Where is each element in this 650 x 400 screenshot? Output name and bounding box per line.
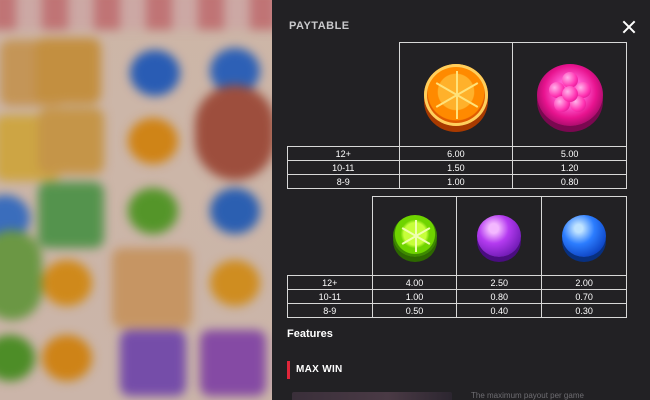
close-icon[interactable] <box>622 20 636 34</box>
max-win-accent-bar <box>287 361 290 379</box>
table-row: 12+ 6.00 5.00 <box>287 146 627 161</box>
grape-candy-icon <box>477 215 522 257</box>
max-win-image <box>292 392 452 400</box>
table-row: 8-9 1.00 0.80 <box>287 174 627 189</box>
table-row: 10-11 1.50 1.20 <box>287 160 627 175</box>
orange-candy-cell <box>398 42 514 147</box>
raspberry-candy-icon <box>536 63 603 126</box>
grape-candy-cell <box>456 196 543 276</box>
blueberry-candy-icon <box>562 215 607 257</box>
paytable-high-symbols: 12+ 6.00 5.00 10-11 1.50 1.20 8-9 1.00 0… <box>287 42 627 189</box>
paytable-low-symbols: 12+ 4.00 2.50 2.00 10-11 1.00 0.80 0.70 … <box>287 196 627 318</box>
table-row: 10-11 1.00 0.80 0.70 <box>287 289 627 304</box>
lime-candy-cell <box>371 196 458 276</box>
max-win-title: MAX WIN <box>296 364 343 375</box>
table-row: 8-9 0.50 0.40 0.30 <box>287 303 627 318</box>
game-board-background <box>0 0 272 400</box>
table-row: 12+ 4.00 2.50 2.00 <box>287 275 627 290</box>
raspberry-candy-cell <box>512 42 627 147</box>
orange-candy-icon <box>423 63 488 126</box>
features-heading: Features <box>287 328 333 340</box>
max-win-description: The maximum payout per game <box>471 391 584 400</box>
paytable-panel: PAYTABLE 12+ 6.00 5.00 10-11 1.50 1.20 8… <box>272 0 650 400</box>
lime-candy-icon <box>392 215 437 257</box>
paytable-title: PAYTABLE <box>289 20 350 32</box>
blueberry-candy-cell <box>541 196 627 276</box>
